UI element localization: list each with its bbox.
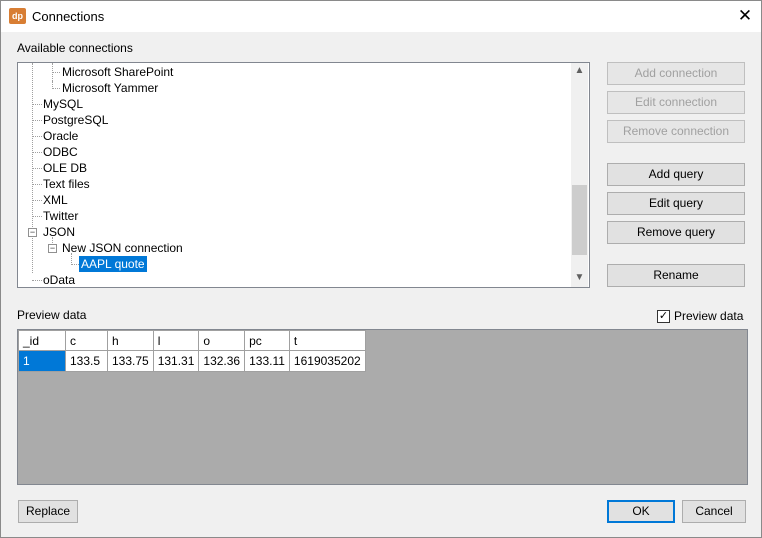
connections-tree[interactable]: − − Microsoft SharePoint Microsoft Yamme… bbox=[17, 62, 590, 288]
preview-data-label: Preview data bbox=[17, 308, 87, 322]
table-cell[interactable]: 133.5 bbox=[65, 350, 108, 372]
tree-line bbox=[32, 152, 42, 153]
tree-item-mysql[interactable]: MySQL bbox=[43, 96, 83, 112]
table-row[interactable]: 1 133.5 133.75 131.31 132.36 133.11 1619… bbox=[18, 350, 366, 372]
tree-line bbox=[32, 184, 42, 185]
rename-button[interactable]: Rename bbox=[607, 264, 745, 287]
replace-button[interactable]: Replace bbox=[18, 500, 78, 523]
tree-item-odata[interactable]: oData bbox=[43, 272, 75, 287]
preview-data-checkbox-label[interactable]: Preview data bbox=[674, 309, 743, 323]
column-header-id[interactable]: _id bbox=[18, 330, 66, 351]
add-connection-button[interactable]: Add connection bbox=[607, 62, 745, 85]
column-header-o[interactable]: o bbox=[198, 330, 246, 351]
tree-line bbox=[32, 104, 42, 105]
tree-line bbox=[52, 81, 53, 89]
table-header-row: _id c h l o pc t bbox=[18, 330, 366, 351]
column-header-c[interactable]: c bbox=[65, 330, 108, 351]
scroll-up-icon[interactable]: ▲ bbox=[571, 63, 588, 79]
tree-item-text-files[interactable]: Text files bbox=[43, 176, 90, 192]
table-cell[interactable]: 133.11 bbox=[244, 350, 290, 372]
column-header-h[interactable]: h bbox=[107, 330, 154, 351]
window-title: Connections bbox=[32, 9, 105, 24]
available-connections-label: Available connections bbox=[17, 41, 133, 55]
tree-item-microsoft-yammer[interactable]: Microsoft Yammer bbox=[62, 80, 158, 96]
table-cell[interactable]: 1 bbox=[18, 350, 66, 372]
close-icon[interactable]: ✕ bbox=[730, 4, 760, 29]
preview-data-grid[interactable]: _id c h l o pc t 1 133.5 133.75 131.31 1… bbox=[17, 329, 748, 485]
column-header-l[interactable]: l bbox=[152, 330, 200, 351]
tree-line bbox=[52, 72, 60, 73]
tree-item-json[interactable]: JSON bbox=[43, 224, 75, 240]
table-cell[interactable]: 131.31 bbox=[152, 350, 200, 372]
tree-item-ole-db[interactable]: OLE DB bbox=[43, 160, 87, 176]
table-cell[interactable]: 132.36 bbox=[198, 350, 246, 372]
app-logo-icon: dp bbox=[9, 8, 26, 24]
preview-data-checkbox[interactable]: ✓ bbox=[657, 310, 670, 323]
table-cell[interactable]: 1619035202 bbox=[288, 350, 366, 372]
ok-button[interactable]: OK bbox=[607, 500, 675, 523]
tree-line bbox=[71, 264, 79, 265]
column-header-t[interactable]: t bbox=[288, 330, 366, 351]
tree-item-twitter[interactable]: Twitter bbox=[43, 208, 78, 224]
tree-item-xml[interactable]: XML bbox=[43, 192, 68, 208]
preview-table: _id c h l o pc t 1 133.5 133.75 131.31 1… bbox=[18, 330, 366, 372]
column-header-pc[interactable]: pc bbox=[244, 330, 290, 351]
tree-item-odbc[interactable]: ODBC bbox=[43, 144, 78, 160]
scroll-down-icon[interactable]: ▼ bbox=[571, 270, 588, 286]
collapse-new-json-connection-icon[interactable]: − bbox=[48, 244, 57, 253]
remove-connection-button[interactable]: Remove connection bbox=[607, 120, 745, 143]
tree-item-postgresql[interactable]: PostgreSQL bbox=[43, 112, 108, 128]
scroll-thumb[interactable] bbox=[572, 185, 587, 255]
table-cell[interactable]: 133.75 bbox=[107, 350, 154, 372]
tree-item-microsoft-sharepoint[interactable]: Microsoft SharePoint bbox=[62, 64, 173, 80]
collapse-json-icon[interactable]: − bbox=[28, 228, 37, 237]
tree-item-new-json-connection[interactable]: New JSON connection bbox=[62, 240, 183, 256]
tree-scrollbar[interactable]: ▲ ▼ bbox=[571, 63, 588, 287]
add-query-button[interactable]: Add query bbox=[607, 163, 745, 186]
tree-line bbox=[32, 216, 42, 217]
connections-dialog: dp Connections ✕ Available connections −… bbox=[0, 0, 762, 538]
tree-item-aapl-quote[interactable]: AAPL quote bbox=[79, 256, 147, 272]
tree-line bbox=[32, 120, 42, 121]
title-bar: dp Connections ✕ bbox=[1, 1, 761, 32]
edit-connection-button[interactable]: Edit connection bbox=[607, 91, 745, 114]
remove-query-button[interactable]: Remove query bbox=[607, 221, 745, 244]
cancel-button[interactable]: Cancel bbox=[682, 500, 746, 523]
tree-line bbox=[32, 200, 42, 201]
tree-line bbox=[32, 168, 42, 169]
edit-query-button[interactable]: Edit query bbox=[607, 192, 745, 215]
tree-line bbox=[32, 280, 42, 281]
tree-item-oracle[interactable]: Oracle bbox=[43, 128, 78, 144]
tree-line bbox=[32, 136, 42, 137]
tree-line bbox=[52, 88, 60, 89]
